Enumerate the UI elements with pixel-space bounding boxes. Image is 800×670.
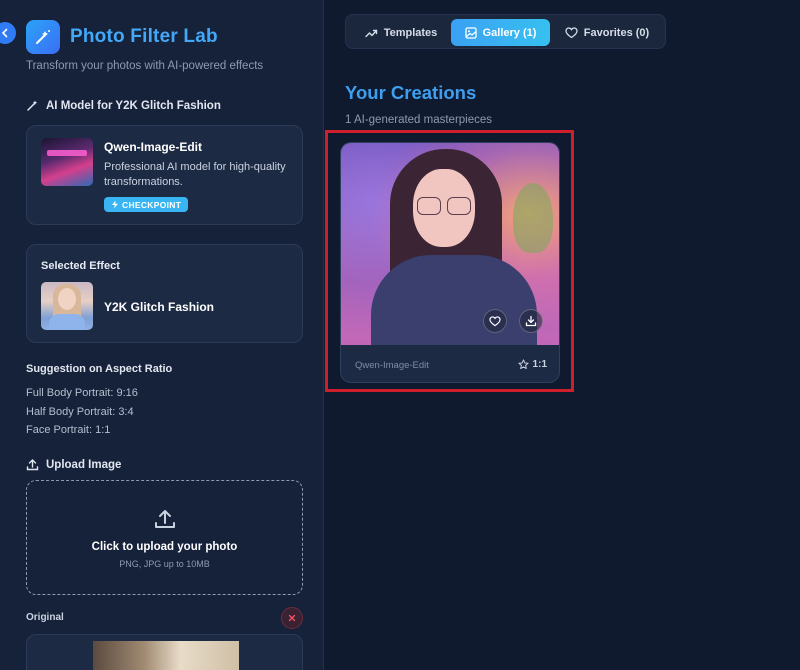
original-image-frame bbox=[26, 634, 303, 670]
aspect-ratio-half-body: Half Body Portrait: 3:4 bbox=[26, 406, 134, 418]
chevron-left-icon bbox=[1, 28, 8, 38]
brand: Photo Filter Lab bbox=[26, 20, 218, 54]
gallery-subtitle: 1 AI-generated masterpieces bbox=[345, 114, 493, 126]
heart-icon bbox=[565, 26, 578, 38]
magic-wand-icon bbox=[26, 20, 60, 54]
original-label: Original bbox=[26, 612, 64, 623]
aspect-ratio-full-body: Full Body Portrait: 9:16 bbox=[26, 387, 138, 399]
remove-original-button[interactable] bbox=[281, 607, 303, 629]
upload-main-text: Click to upload your photo bbox=[91, 541, 238, 553]
original-image bbox=[93, 641, 239, 670]
view-tabs: Templates Gallery (1) Favorites (0) bbox=[345, 14, 666, 49]
model-description: Professional AI model for high-quality t… bbox=[104, 161, 286, 188]
model-section-label: AI Model for Y2K Glitch Fashion bbox=[26, 99, 221, 112]
magic-wand-icon bbox=[27, 100, 38, 111]
sidebar: Photo Filter Lab Transform your photos w… bbox=[0, 0, 324, 670]
effect-thumbnail bbox=[41, 282, 93, 330]
tab-gallery[interactable]: Gallery (1) bbox=[451, 19, 550, 46]
creation-footer: Qwen-Image-Edit 1:1 bbox=[341, 345, 559, 382]
heart-icon bbox=[489, 315, 501, 326]
star-icon bbox=[517, 359, 529, 370]
upload-sub-text: PNG, JPG up to 10MB bbox=[119, 559, 210, 569]
upload-dropzone[interactable]: Click to upload your photo PNG, JPG up t… bbox=[26, 480, 303, 595]
selected-effect-title: Selected Effect bbox=[41, 260, 120, 272]
model-card[interactable]: Qwen-Image-Edit Professional AI model fo… bbox=[26, 125, 303, 225]
upload-section-label: Upload Image bbox=[26, 458, 121, 471]
creation-ratio: 1:1 bbox=[517, 359, 547, 370]
trending-up-icon bbox=[365, 29, 377, 37]
gallery-title: Your Creations bbox=[345, 82, 477, 103]
model-thumbnail bbox=[41, 138, 93, 186]
selected-effect-card[interactable]: Selected Effect Y2K Glitch Fashion bbox=[26, 244, 303, 343]
app-title: Photo Filter Lab bbox=[70, 26, 218, 47]
tab-templates[interactable]: Templates bbox=[352, 19, 450, 46]
aspect-ratio-face: Face Portrait: 1:1 bbox=[26, 424, 111, 436]
image-icon bbox=[464, 26, 477, 39]
checkpoint-badge: CHECKPOINT bbox=[104, 197, 189, 212]
upload-icon bbox=[155, 510, 175, 528]
close-icon bbox=[288, 614, 296, 622]
download-button[interactable] bbox=[519, 309, 543, 333]
download-icon bbox=[525, 315, 537, 327]
model-name: Qwen-Image-Edit bbox=[104, 140, 203, 154]
upload-icon bbox=[26, 459, 39, 471]
creation-image[interactable] bbox=[341, 143, 559, 345]
favorite-button[interactable] bbox=[483, 309, 507, 333]
effect-name: Y2K Glitch Fashion bbox=[104, 300, 215, 314]
aspect-ratio-title: Suggestion on Aspect Ratio bbox=[26, 363, 173, 375]
lightning-icon bbox=[112, 200, 118, 209]
creation-model-label: Qwen-Image-Edit bbox=[355, 360, 429, 371]
tab-favorites[interactable]: Favorites (0) bbox=[554, 19, 660, 46]
creation-card[interactable]: Qwen-Image-Edit 1:1 bbox=[340, 142, 560, 383]
app-subtitle: Transform your photos with AI-powered ef… bbox=[26, 60, 264, 72]
collapse-sidebar-button[interactable] bbox=[0, 22, 16, 44]
